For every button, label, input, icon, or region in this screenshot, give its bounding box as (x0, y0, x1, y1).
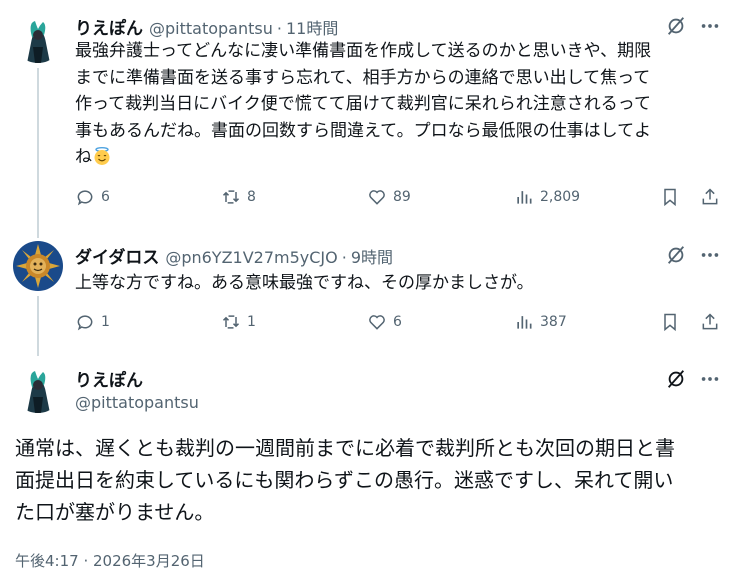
bookmark-button[interactable] (660, 312, 680, 332)
tweet-top-actions (664, 367, 722, 391)
separator-dot: · (341, 248, 347, 267)
share-icon (702, 313, 718, 330)
tweet-text: 最強弁護士ってどんなに凄い準備書面を作成して送るのかと思いきや、期限 までに準備… (75, 38, 725, 171)
tweet-header: ダイダロス @pn6YZ1V27m5yCJO · 9時間 (75, 243, 393, 268)
view-count: 387 (540, 314, 567, 330)
view-count: 2,809 (540, 189, 581, 205)
display-name[interactable]: ダイダロス (75, 243, 159, 268)
retweet-icon (222, 190, 240, 204)
tweet-text: 上等な方ですね。ある意味最強ですね、その厚かましさが。 (75, 270, 725, 297)
more-icon[interactable] (698, 367, 722, 391)
user-handle[interactable]: @pittatopantsu (75, 393, 199, 412)
tweet-text-line: 通常は、遅くとも裁判の一週間前までに必着で裁判所とも次回の期日と書 (15, 436, 675, 460)
tweet-text-line-end: ね (75, 147, 92, 167)
retweet-count: 1 (247, 314, 256, 330)
tweet-header: りえぽん @pittatopantsu · 11時間 (75, 14, 338, 39)
tweet-text-line: 事もあるんだね。書面の回数すら間違えて。プロなら最低限の仕事はしてよ (75, 120, 652, 141)
tweet-top-actions (664, 14, 722, 38)
tweet-text-line: 作って裁判当日にバイク便で慌てて届けて裁判官に呆れられ注意されるって (75, 94, 651, 114)
share-icon (702, 188, 718, 205)
bookmark-icon (664, 313, 676, 332)
like-count: 89 (393, 189, 411, 205)
avatar[interactable] (13, 363, 63, 413)
retweet-icon (222, 315, 240, 329)
views-button[interactable]: 2,809 (514, 187, 580, 207)
reply-count: 1 (101, 314, 110, 330)
reply-icon (77, 190, 93, 206)
tweet-actions: 6 8 89 2,809 (75, 187, 725, 211)
share-button[interactable] (700, 312, 720, 332)
retweet-button[interactable]: 8 (221, 187, 256, 207)
more-icon[interactable] (698, 243, 722, 267)
tweet-timestamp[interactable]: 午後4:17 · 2026年3月26日 (15, 550, 205, 571)
tweet-text-line: 上等な方ですね。ある意味最強ですね、その厚かましさが。 (75, 273, 534, 293)
tweet-text-line: 最強弁護士ってどんなに凄い準備書面を作成して送るのかと思いきや、期限 (75, 41, 652, 61)
reply-count: 6 (101, 189, 110, 205)
display-name[interactable]: りえぽん (75, 366, 143, 391)
smiling-face-with-halo-icon (94, 147, 110, 165)
tweet-time[interactable]: 9時間 (351, 244, 393, 268)
reply-icon (77, 315, 93, 331)
views-icon (517, 316, 532, 329)
separator-dot: · (276, 19, 282, 38)
heart-icon (369, 190, 385, 205)
user-handle[interactable]: @pittatopantsu (149, 19, 273, 38)
tweet-time[interactable]: 11時間 (286, 15, 338, 39)
bookmark-button[interactable] (660, 187, 680, 207)
reply-button[interactable]: 6 (75, 187, 110, 207)
bookmark-icon (664, 188, 676, 207)
avatar[interactable] (13, 241, 63, 291)
grok-icon[interactable] (664, 367, 688, 391)
grok-icon[interactable] (664, 243, 688, 267)
tweet-top-actions (664, 243, 722, 267)
like-count: 6 (393, 314, 402, 330)
thread-line (37, 68, 39, 238)
like-button[interactable]: 89 (367, 187, 411, 207)
avatar[interactable] (13, 13, 63, 63)
tweet-text-line: 面提出日を約束しているにも関わらずこの愚行。迷惑ですし、呆れて開い (15, 468, 674, 492)
heart-icon (369, 315, 385, 330)
more-icon[interactable] (698, 14, 722, 38)
thread-line (37, 296, 39, 356)
retweet-button[interactable]: 1 (221, 312, 256, 332)
tweet-text-line: ね (75, 144, 725, 171)
retweet-count: 8 (247, 189, 256, 205)
user-handle[interactable]: @pn6YZ1V27m5yCJO (165, 248, 337, 267)
share-button[interactable] (700, 187, 720, 207)
like-button[interactable]: 6 (367, 312, 402, 332)
views-button[interactable]: 387 (514, 312, 567, 332)
main-tweet-text: 通常は、遅くとも裁判の一週間前までに必着で裁判所とも次回の期日と書 面提出日を約… (15, 432, 730, 528)
tweet-text-line: までに準備書面を送る事すら忘れて、相手方からの連絡で思い出して焦って (75, 67, 651, 88)
display-name[interactable]: りえぽん (75, 14, 143, 39)
tweet-text-line: た口が塞がりません。 (15, 500, 215, 524)
grok-icon[interactable] (664, 14, 688, 38)
reply-button[interactable]: 1 (75, 312, 110, 332)
views-icon (517, 191, 532, 204)
tweet-actions: 1 1 6 387 (75, 312, 725, 336)
